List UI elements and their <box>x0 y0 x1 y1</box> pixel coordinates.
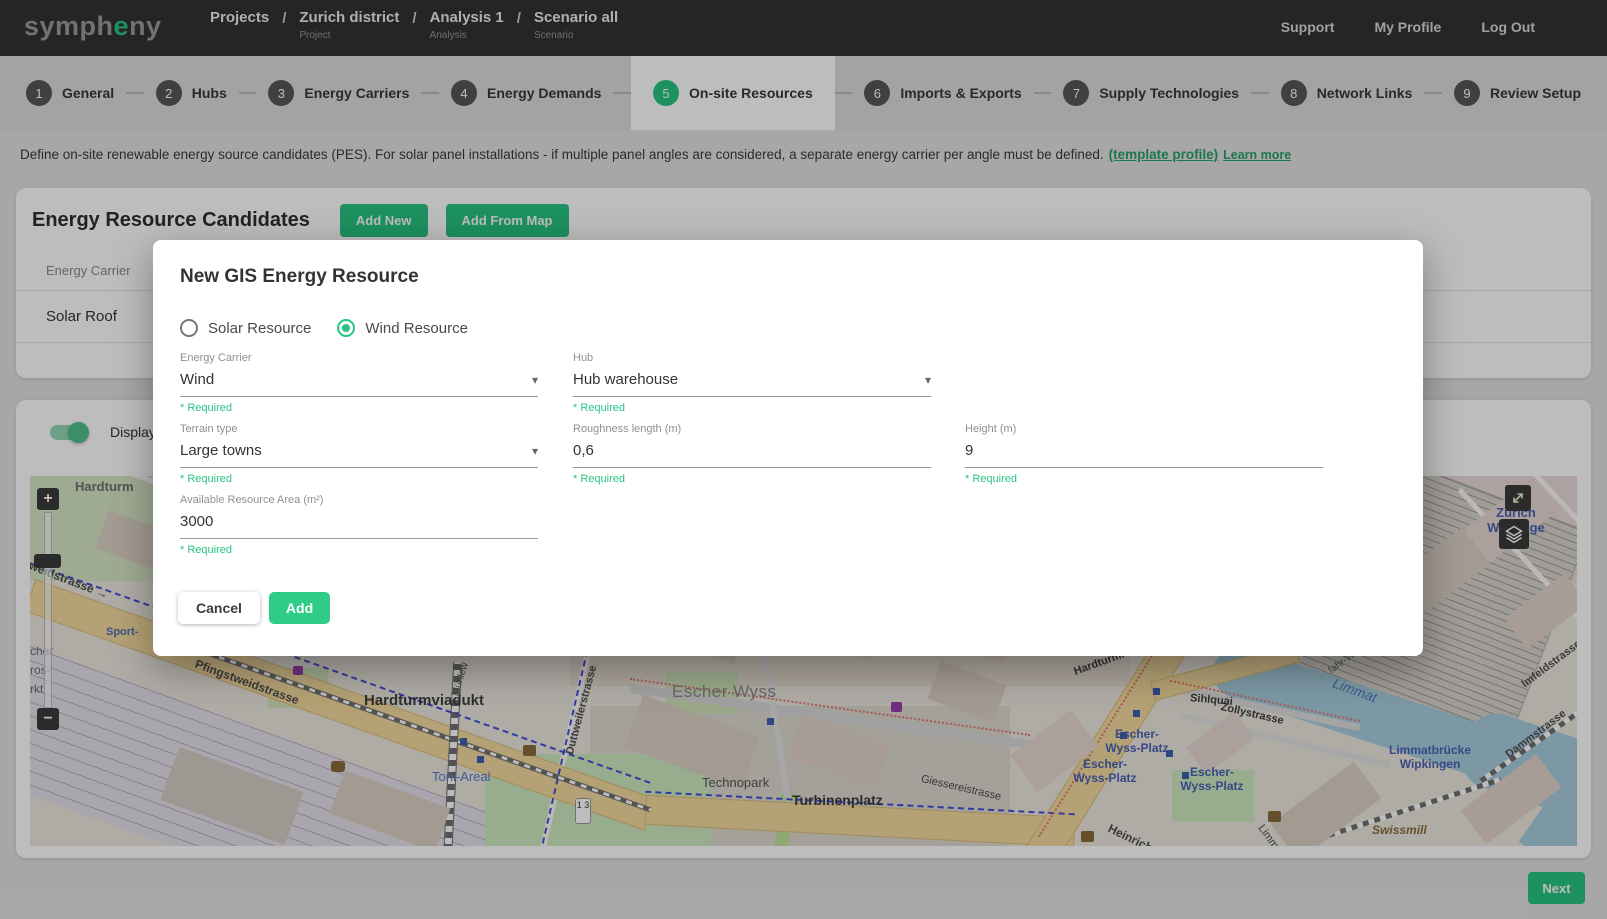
field-label: Roughness length (m) <box>573 423 931 435</box>
required-hint: * Required <box>573 473 931 485</box>
radio-label: Wind Resource <box>365 320 468 337</box>
height-field: Height (m) 9 * Required <box>965 423 1323 485</box>
chevron-down-icon: ▾ <box>925 373 931 387</box>
solar-resource-radio[interactable]: Solar Resource <box>180 319 311 337</box>
field-label: Available Resource Area (m²) <box>180 494 538 506</box>
required-hint: * Required <box>180 544 538 556</box>
required-hint: * Required <box>180 473 538 485</box>
energy-carrier-select[interactable]: Wind ▾ <box>180 364 538 397</box>
field-value: 3000 <box>180 513 213 530</box>
field-value: Large towns <box>180 442 262 459</box>
required-hint: * Required <box>965 473 1323 485</box>
roughness-length-input[interactable]: 0,6 <box>573 435 931 468</box>
energy-carrier-field: Energy Carrier Wind ▾ * Required <box>180 352 538 414</box>
new-gis-energy-resource-dialog: New GIS Energy Resource Solar Resource W… <box>153 240 1423 656</box>
field-value: 9 <box>965 442 973 459</box>
available-resource-area-input[interactable]: 3000 <box>180 506 538 539</box>
radio-circle-selected <box>337 319 355 337</box>
roughness-length-field: Roughness length (m) 0,6 * Required <box>573 423 931 485</box>
field-value: Wind <box>180 371 214 388</box>
chevron-down-icon: ▾ <box>532 444 538 458</box>
available-resource-area-field: Available Resource Area (m²) 3000 * Requ… <box>180 494 538 556</box>
field-label: Height (m) <box>965 423 1323 435</box>
chevron-down-icon: ▾ <box>532 373 538 387</box>
field-label: Terrain type <box>180 423 538 435</box>
radio-circle-unselected <box>180 319 198 337</box>
hub-field: Hub Hub warehouse ▾ * Required <box>573 352 931 414</box>
field-value: Hub warehouse <box>573 371 678 388</box>
add-button[interactable]: Add <box>269 592 330 624</box>
terrain-type-select[interactable]: Large towns ▾ <box>180 435 538 468</box>
wind-resource-radio[interactable]: Wind Resource <box>337 319 468 337</box>
field-label: Hub <box>573 352 931 364</box>
field-value: 0,6 <box>573 442 594 459</box>
required-hint: * Required <box>180 402 538 414</box>
resource-type-radio-group: Solar Resource Wind Resource <box>180 319 468 337</box>
height-input[interactable]: 9 <box>965 435 1323 468</box>
field-label: Energy Carrier <box>180 352 538 364</box>
hub-select[interactable]: Hub warehouse ▾ <box>573 364 931 397</box>
radio-label: Solar Resource <box>208 320 311 337</box>
cancel-button[interactable]: Cancel <box>178 592 260 624</box>
dialog-title: New GIS Energy Resource <box>180 266 419 288</box>
required-hint: * Required <box>573 402 931 414</box>
terrain-type-field: Terrain type Large towns ▾ * Required <box>180 423 538 485</box>
